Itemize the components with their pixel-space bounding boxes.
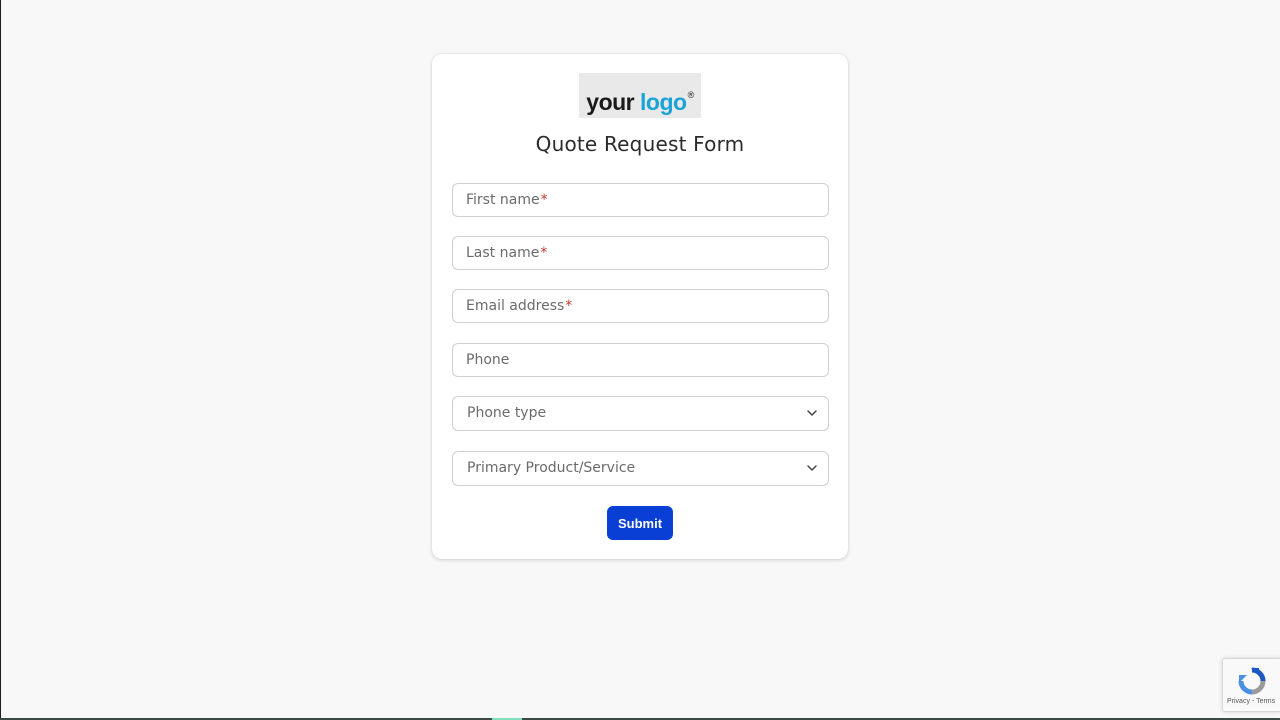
form-title: Quote Request Form (535, 132, 745, 156)
terms-link[interactable]: Terms (1256, 698, 1275, 705)
chevron-down-icon (807, 410, 817, 416)
quote-form-card: your logo® Quote Request Form First name… (432, 54, 848, 559)
recaptcha-badge[interactable]: Privacy - Terms (1222, 658, 1280, 712)
last-name-placeholder: Last name* (466, 245, 548, 261)
phone-placeholder: Phone (466, 352, 510, 368)
first-name-placeholder: First name* (466, 192, 548, 208)
required-marker: * (540, 245, 548, 261)
primary-product-select[interactable]: Primary Product/Service (452, 451, 829, 486)
window-edge (0, 0, 1, 720)
required-marker: * (565, 298, 573, 314)
submit-button[interactable]: Submit (607, 506, 673, 540)
recaptcha-links: Privacy - Terms (1227, 698, 1275, 705)
chevron-down-icon (807, 465, 817, 471)
first-name-field[interactable]: First name* (452, 183, 829, 217)
primary-product-placeholder: Primary Product/Service (467, 460, 636, 476)
email-placeholder: Email address* (466, 298, 573, 314)
phone-field[interactable]: Phone (452, 343, 829, 377)
recaptcha-icon (1238, 667, 1266, 695)
email-field[interactable]: Email address* (452, 289, 829, 323)
logo-registered-mark: ® (687, 90, 695, 100)
required-marker: * (540, 192, 548, 208)
company-logo: your logo® (579, 73, 701, 118)
logo-word-your: your (586, 89, 635, 115)
phone-type-select[interactable]: Phone type (452, 396, 829, 431)
privacy-link[interactable]: Privacy (1227, 698, 1250, 705)
logo-word-logo: logo (640, 89, 687, 115)
last-name-field[interactable]: Last name* (452, 236, 829, 270)
phone-type-placeholder: Phone type (467, 405, 547, 421)
